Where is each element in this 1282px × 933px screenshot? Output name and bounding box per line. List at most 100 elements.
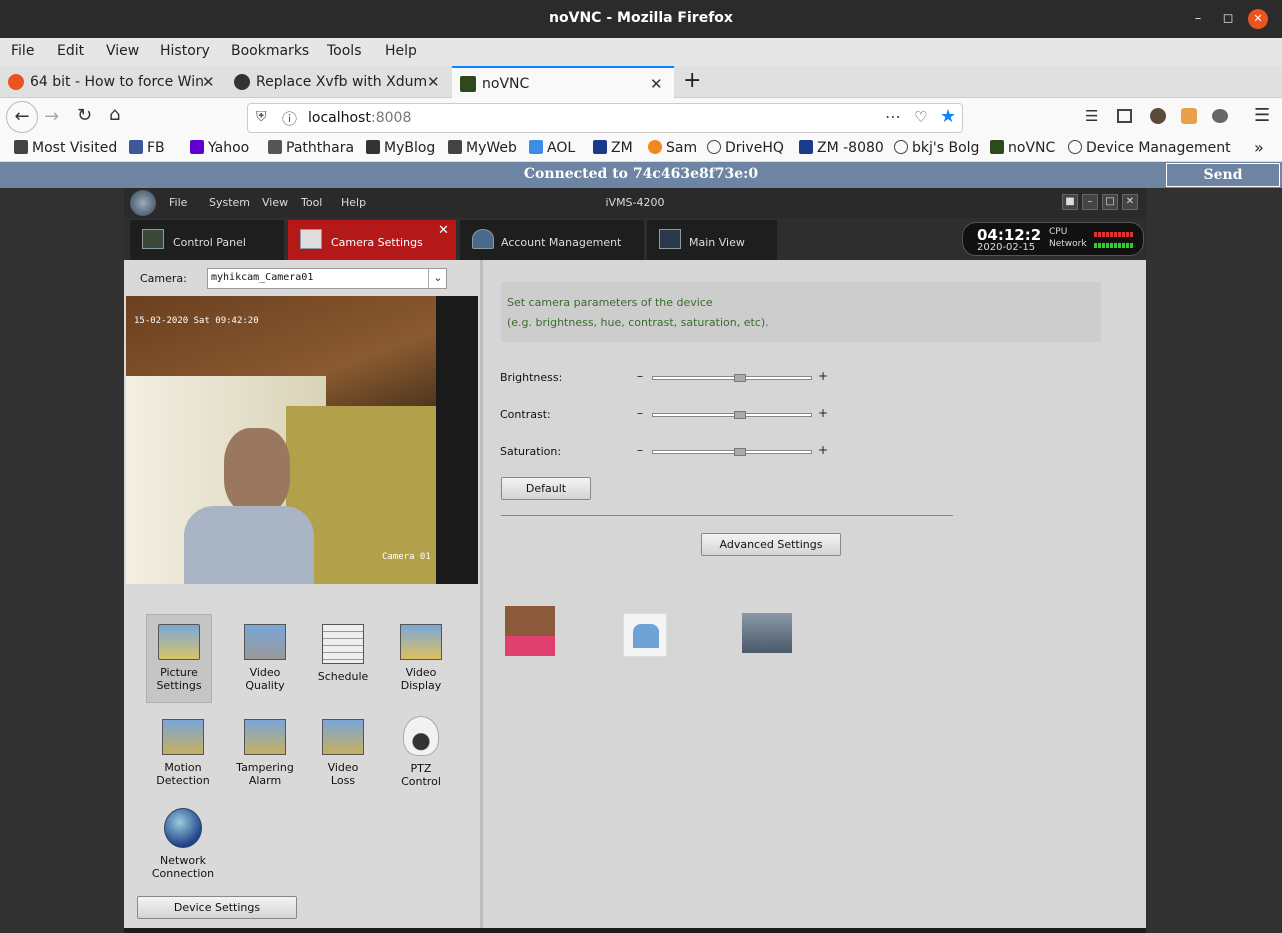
bookmark-bkj-bolg[interactable]: bkj's Bolg: [894, 140, 979, 156]
picture-settings-button[interactable]: Picture Settings: [146, 624, 212, 692]
tool-label: Connection: [151, 867, 215, 880]
tab-askubuntu[interactable]: 64 bit - How to force Win ✕: [8, 66, 226, 98]
menu-edit[interactable]: Edit: [57, 43, 84, 59]
tab-close-icon[interactable]: ✕: [650, 68, 663, 100]
saturation-increase[interactable]: +: [818, 443, 828, 457]
brightness-increase[interactable]: +: [818, 369, 828, 383]
new-tab-icon[interactable]: +: [683, 66, 701, 98]
saturation-thumb[interactable]: [734, 448, 746, 456]
tab-label: Replace Xvfb with Xdum: [256, 74, 428, 90]
menu-bookmarks[interactable]: Bookmarks: [231, 43, 309, 59]
bookmark-novnc[interactable]: noVNC: [990, 140, 1055, 156]
myweb-icon: [448, 140, 462, 154]
page-actions-icon[interactable]: ⋯: [885, 107, 901, 126]
contrast-increase[interactable]: +: [818, 406, 828, 420]
placeholder-avatar-icon: [623, 613, 667, 657]
brightness-decrease[interactable]: –: [637, 369, 643, 383]
tab-close-icon[interactable]: ✕: [438, 223, 449, 238]
menu-tools[interactable]: Tools: [327, 43, 362, 59]
url-bar[interactable]: ⛨ ⓘ localhost :8008 ⋯ ♡ ★: [247, 103, 963, 133]
network-meter: [1094, 243, 1134, 248]
tab-novnc[interactable]: noVNC ✕: [452, 66, 674, 98]
video-loss-button[interactable]: Video Loss: [310, 719, 376, 787]
bookmark-paththara[interactable]: Paththara: [268, 140, 354, 156]
maximize-icon[interactable]: ◻: [1218, 9, 1238, 29]
menu-view[interactable]: View: [106, 43, 139, 59]
menu-help[interactable]: Help: [385, 43, 417, 59]
ivms-maximize-icon[interactable]: □: [1102, 194, 1118, 210]
tool-label: Control: [401, 775, 441, 788]
bookmark-sam[interactable]: Sam: [648, 140, 697, 156]
contrast-decrease[interactable]: –: [637, 406, 643, 420]
video-quality-button[interactable]: Video Quality: [232, 624, 298, 692]
tool-label: Tampering: [236, 761, 294, 774]
bookmark-zm[interactable]: ZM: [593, 140, 633, 156]
account-avatar-icon[interactable]: [1150, 108, 1166, 124]
pocket-icon[interactable]: ♡: [914, 108, 927, 126]
contrast-thumb[interactable]: [734, 411, 746, 419]
tab-close-icon[interactable]: ✕: [202, 66, 215, 98]
tab-label: noVNC: [482, 76, 530, 92]
tab-close-icon[interactable]: ✕: [427, 66, 440, 98]
default-button[interactable]: Default: [501, 477, 591, 500]
tampering-alarm-button[interactable]: Tampering Alarm: [232, 719, 298, 787]
monitor-icon: [659, 229, 681, 249]
bookmark-myblog[interactable]: MyBlog: [366, 140, 435, 156]
brightness-thumb[interactable]: [734, 374, 746, 382]
extension-icon-2[interactable]: [1212, 109, 1228, 123]
osd-camera-name: Camera 01: [382, 552, 431, 562]
hamburger-menu-icon[interactable]: ☰: [1254, 105, 1270, 126]
tab-camera-settings[interactable]: Camera Settings ✕: [288, 220, 456, 260]
reload-icon[interactable]: ↻: [77, 105, 92, 126]
shield-icon[interactable]: ⛨: [256, 109, 267, 125]
video-display-button[interactable]: Video Display: [388, 624, 454, 692]
brightness-slider[interactable]: [652, 376, 812, 380]
home-icon[interactable]: ⌂: [109, 104, 120, 125]
schedule-button[interactable]: Schedule: [310, 624, 376, 683]
saturation-slider[interactable]: [652, 450, 812, 454]
info-icon[interactable]: ⓘ: [282, 108, 297, 129]
github-icon: [234, 74, 250, 90]
device-settings-button[interactable]: Device Settings: [137, 896, 297, 919]
bookmark-zm-8080[interactable]: ZM -8080: [799, 140, 884, 156]
tab-label: Main View: [689, 236, 745, 249]
close-icon[interactable]: ✕: [1248, 9, 1268, 29]
chevron-down-icon[interactable]: ⌄: [428, 268, 447, 289]
bookmark-device-management[interactable]: Device Management: [1068, 140, 1231, 156]
ptz-control-button[interactable]: PTZ Control: [388, 716, 454, 788]
tab-main-view[interactable]: Main View: [647, 220, 777, 260]
bookmark-star-icon[interactable]: ★: [940, 106, 956, 127]
bookmarks-overflow-icon[interactable]: »: [1254, 138, 1264, 157]
saturation-decrease[interactable]: –: [637, 443, 643, 457]
bookmark-aol[interactable]: AOL: [529, 140, 575, 156]
globe-icon: [164, 808, 202, 848]
ivms-close-icon[interactable]: ✕: [1122, 194, 1138, 210]
bookmark-fb[interactable]: FB: [129, 140, 165, 156]
minimize-icon[interactable]: –: [1188, 9, 1208, 29]
library-icon[interactable]: ☰: [1085, 107, 1098, 125]
bookmark-drivehq[interactable]: DriveHQ: [707, 140, 784, 156]
advanced-settings-button[interactable]: Advanced Settings: [701, 533, 841, 556]
contrast-slider[interactable]: [652, 413, 812, 417]
tab-control-panel[interactable]: Control Panel: [130, 220, 284, 260]
ivms-minimize-icon[interactable]: –: [1082, 194, 1098, 210]
motion-detection-button[interactable]: Motion Detection: [150, 719, 216, 787]
tool-label: Video: [249, 666, 281, 679]
sidebar-icon[interactable]: [1117, 109, 1132, 123]
bookmark-most-visited[interactable]: Most Visited: [14, 140, 117, 156]
menu-file[interactable]: File: [11, 43, 34, 59]
forward-icon[interactable]: →: [44, 106, 59, 127]
camera-select[interactable]: myhikcam_Camera01 ⌄: [207, 268, 447, 289]
bookmark-myweb[interactable]: MyWeb: [448, 140, 517, 156]
tab-github[interactable]: Replace Xvfb with Xdum ✕: [234, 66, 449, 98]
brightness-label: Brightness:: [500, 371, 563, 384]
network-connection-button[interactable]: Network Connection: [150, 808, 216, 880]
tampering-alarm-icon: [244, 719, 286, 755]
send-ctrl-alt-del-button[interactable]: Send CtrlAltDel: [1166, 163, 1280, 205]
extension-icon[interactable]: [1181, 108, 1197, 124]
bookmark-yahoo[interactable]: Yahoo: [190, 140, 249, 156]
lock-icon[interactable]: ■: [1062, 194, 1078, 210]
menu-history[interactable]: History: [160, 43, 210, 59]
tab-account-management[interactable]: Account Management: [460, 220, 644, 260]
back-icon[interactable]: ←: [6, 101, 38, 133]
